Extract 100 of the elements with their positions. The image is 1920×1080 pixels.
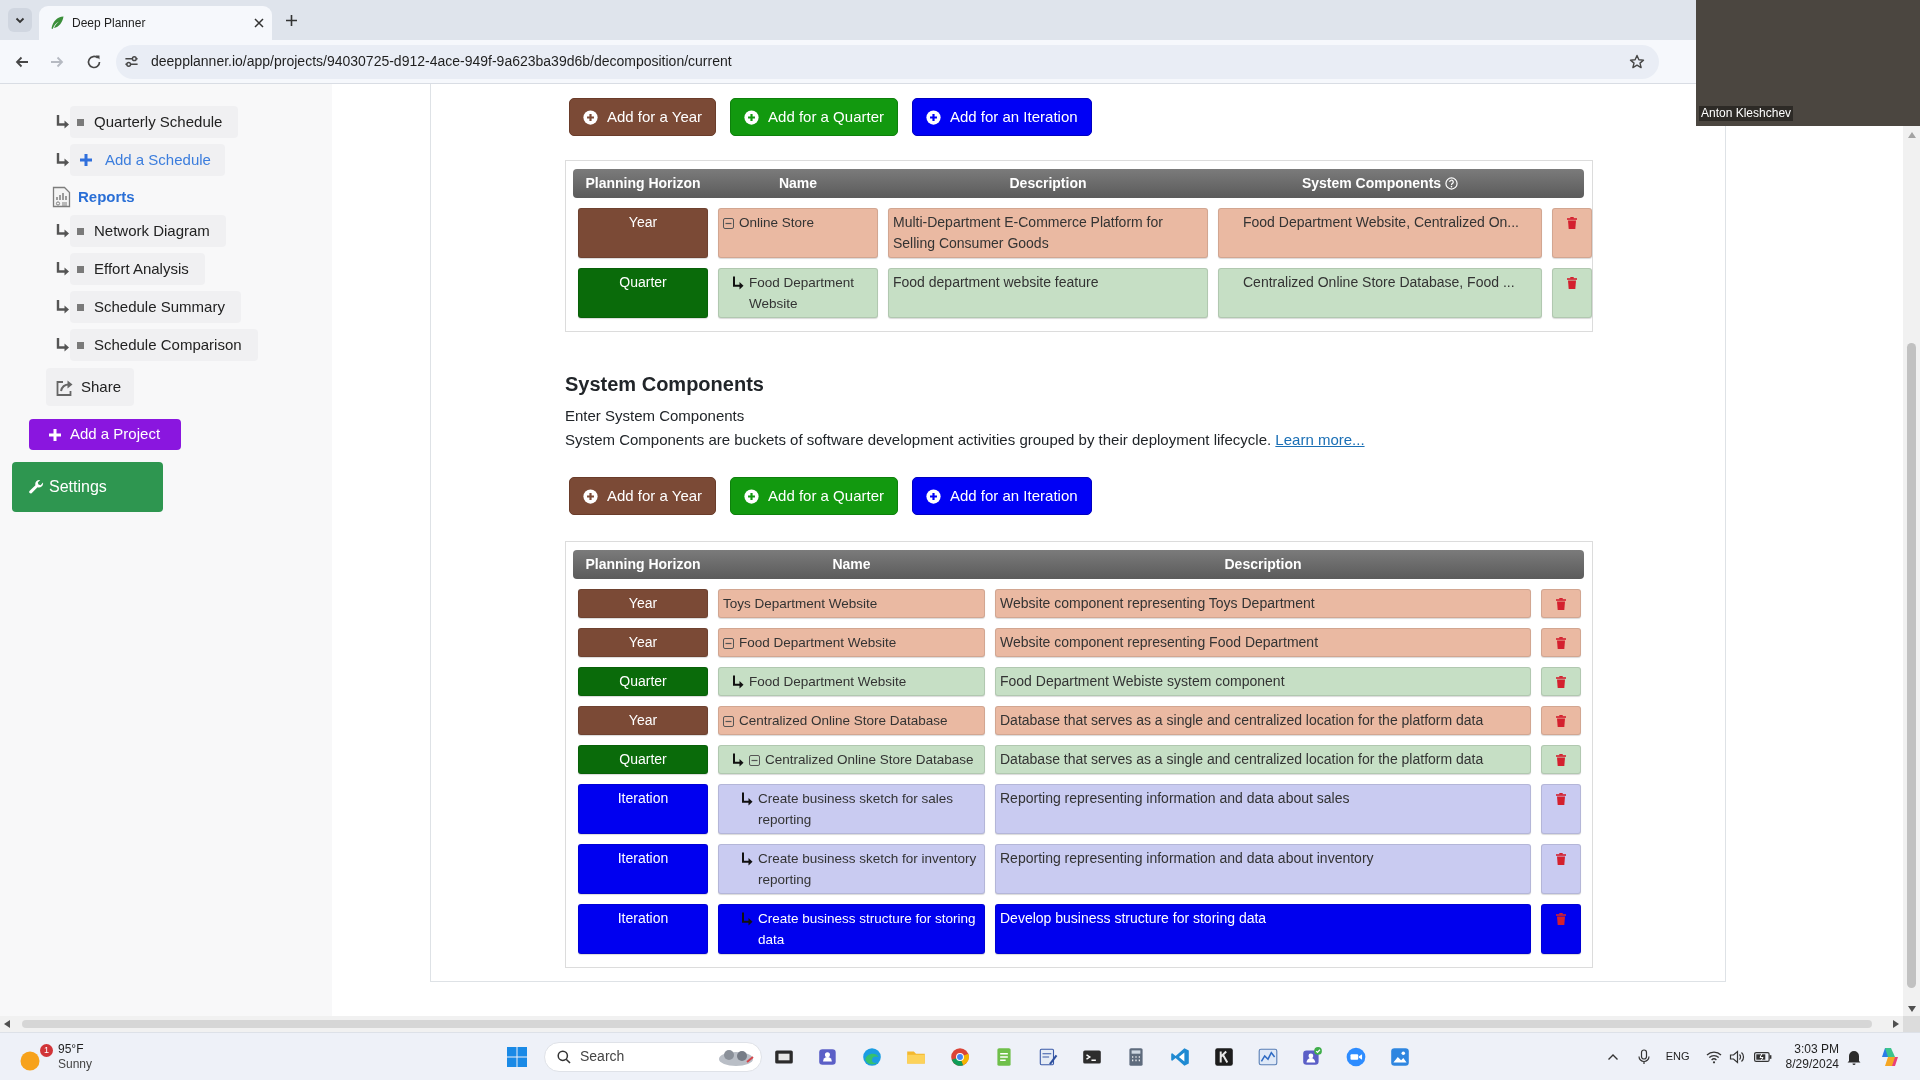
address-bar[interactable]: deepplanner.io/app/projects/94030725-d912-4ace-949f-9a623ba39d6b/decomposition/current xyxy=(116,44,1659,79)
browser-tab[interactable]: Deep Planner xyxy=(39,6,272,40)
people-check-icon xyxy=(1301,1045,1323,1068)
wifi-icon[interactable] xyxy=(1705,1049,1722,1064)
child-arrow-icon xyxy=(741,792,753,806)
close-icon[interactable] xyxy=(254,18,264,28)
scroll-down-arrow-icon[interactable] xyxy=(1907,1006,1916,1012)
collapse-icon[interactable] xyxy=(723,218,734,229)
plus-circle-icon xyxy=(926,109,941,125)
search-icon xyxy=(557,1049,571,1064)
language-indicator[interactable]: ENG xyxy=(1665,1048,1690,1065)
horizon-cell: Year xyxy=(578,628,708,657)
description-cell: Develop business structure for storing data xyxy=(995,904,1531,954)
add-quarter-button[interactable]: Add for a Quarter xyxy=(730,477,898,515)
delete-button[interactable] xyxy=(1552,268,1592,318)
add-quarter-button[interactable]: Add for a Quarter xyxy=(730,98,898,136)
reports-link[interactable]: Reports xyxy=(78,185,135,209)
site-info-icon[interactable] xyxy=(124,54,139,69)
help-icon[interactable] xyxy=(1445,177,1459,190)
description-cell: Database that serves as a single and centralized location for the platform data xyxy=(995,745,1531,774)
horizon-cell: Iteration xyxy=(578,844,708,894)
scrollbar-thumb[interactable] xyxy=(1907,343,1916,988)
square-bullet-icon xyxy=(77,303,84,311)
add-year-button[interactable]: Add for a Year xyxy=(569,477,717,515)
delete-button[interactable] xyxy=(1541,844,1581,894)
collapse-icon[interactable] xyxy=(723,638,734,649)
add-project-button[interactable]: Add a Project xyxy=(29,419,181,450)
scroll-up-arrow-icon[interactable] xyxy=(1907,132,1916,138)
delete-button[interactable] xyxy=(1541,667,1581,696)
round-logo-icon xyxy=(949,1045,971,1068)
delete-button[interactable] xyxy=(1541,784,1581,834)
sidebar-item[interactable]: Quarterly Schedule xyxy=(70,106,239,138)
trash-icon xyxy=(1556,913,1566,925)
scrollbar-thumb[interactable] xyxy=(22,1020,1872,1028)
name-text: Toys Department Website xyxy=(723,595,878,613)
search-field[interactable]: Search xyxy=(544,1041,762,1072)
microphone-icon[interactable] xyxy=(1636,1048,1651,1065)
horizon-cell: Year xyxy=(578,706,708,735)
code-editor-icon xyxy=(1169,1045,1191,1068)
settings-button[interactable]: Settings xyxy=(12,462,163,512)
star-icon[interactable] xyxy=(1629,53,1645,70)
clock-date[interactable]: 8/29/2024 xyxy=(1785,1056,1839,1072)
add-year-button[interactable]: Add for a Year xyxy=(569,98,717,136)
child-arrow-icon xyxy=(741,852,753,866)
collapse-icon[interactable] xyxy=(723,716,734,727)
trash-icon xyxy=(1556,715,1566,727)
sidebar-item[interactable]: Schedule Comparison xyxy=(70,329,258,361)
square-bullet-icon xyxy=(77,341,84,349)
clock-time[interactable]: 3:03 PM xyxy=(1794,1041,1839,1057)
delete-button[interactable] xyxy=(1541,589,1581,618)
column-header: System Components xyxy=(1301,174,1442,193)
delete-button[interactable] xyxy=(1541,706,1581,735)
sidebar-item[interactable]: Network Diagram xyxy=(70,215,226,247)
trash-icon xyxy=(1556,676,1566,688)
child-arrow-icon xyxy=(732,276,744,290)
share-link[interactable]: Share xyxy=(46,368,134,406)
url-text: deepplanner.io/app/projects/94030725-d912-4ace-949f-9a623ba39d6b/decomposition/current xyxy=(151,52,732,71)
components-cell: Food Department Website, Centralized On... xyxy=(1218,208,1542,258)
collapse-icon[interactable] xyxy=(749,755,760,766)
notification-badge: 1 xyxy=(40,1043,53,1057)
report-document-icon xyxy=(52,186,71,208)
battery-icon[interactable] xyxy=(1753,1050,1772,1063)
description-cell: Reporting representing information and data about inventory xyxy=(995,844,1531,894)
search-input[interactable]: Search xyxy=(580,1046,690,1067)
plus-icon[interactable] xyxy=(285,13,298,27)
description-cell: Reporting representing information and data about sales xyxy=(995,784,1531,834)
bell-icon[interactable] xyxy=(1847,1048,1861,1065)
scroll-right-arrow-icon[interactable] xyxy=(1893,1020,1899,1028)
tab-list-button[interactable] xyxy=(8,8,32,32)
description-cell: Food Department Webiste system component xyxy=(995,667,1531,696)
add-iteration-button[interactable]: Add for an Iteration xyxy=(912,477,1092,515)
delete-button[interactable] xyxy=(1541,745,1581,774)
horizontal-scrollbar[interactable] xyxy=(0,1016,1903,1032)
sidebar-item[interactable]: Effort Analysis xyxy=(70,253,205,285)
scroll-left-arrow-icon[interactable] xyxy=(4,1020,10,1028)
name-text: Food Department Website xyxy=(739,634,897,652)
horizon-cell: Year xyxy=(578,208,708,258)
ribbon-shapes-icon[interactable] xyxy=(1879,1045,1901,1068)
trash-icon xyxy=(1556,853,1566,865)
picture-icon xyxy=(1389,1045,1411,1068)
add-schedule-link[interactable]: Add a Schedule xyxy=(70,144,225,176)
name-text: Online Store xyxy=(739,214,815,232)
square-bullet-icon xyxy=(77,265,84,273)
child-arrow-icon xyxy=(732,675,744,689)
description-cell: Food department website feature xyxy=(888,268,1208,318)
horizon-cell: Quarter xyxy=(578,667,708,696)
delete-button[interactable] xyxy=(1541,628,1581,657)
delete-button[interactable] xyxy=(1552,208,1592,258)
sidebar-item[interactable]: Schedule Summary xyxy=(70,291,241,323)
plus-icon xyxy=(79,153,93,167)
plus-circle-icon xyxy=(744,109,760,125)
reload-icon[interactable] xyxy=(86,53,102,70)
name-text: Centralized Online Store Database xyxy=(739,712,948,730)
child-arrow-icon xyxy=(741,912,753,926)
add-iteration-button[interactable]: Add for an Iteration xyxy=(912,98,1092,136)
learn-more-link[interactable]: Learn more... xyxy=(1275,431,1365,448)
trash-icon xyxy=(1556,637,1566,649)
windows-logo-icon xyxy=(507,1046,527,1067)
plus-circle-icon xyxy=(744,488,760,504)
speaker-icon[interactable] xyxy=(1728,1049,1745,1064)
